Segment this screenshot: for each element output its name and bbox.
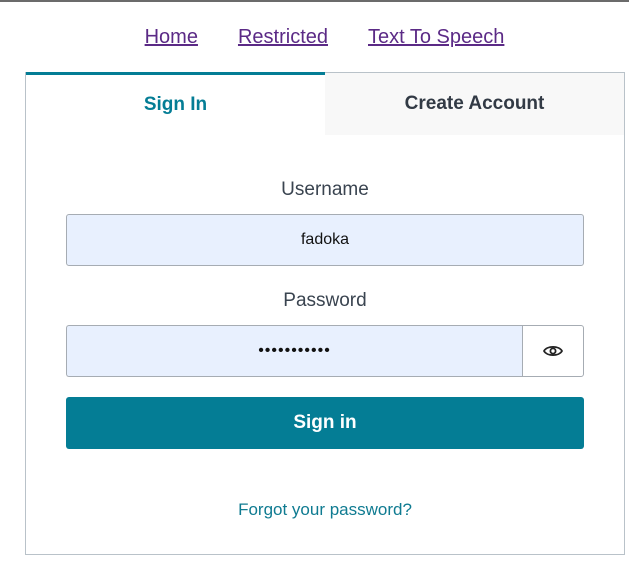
- auth-tabs: Sign In Create Account: [26, 72, 624, 135]
- nav-link-home[interactable]: Home: [145, 26, 198, 49]
- sign-in-button[interactable]: Sign in: [66, 397, 584, 449]
- show-password-button[interactable]: [522, 325, 584, 377]
- tab-sign-in[interactable]: Sign In: [26, 72, 325, 135]
- top-nav: Home Restricted Text To Speech: [0, 26, 629, 49]
- username-input[interactable]: fadoka: [66, 214, 584, 266]
- eye-icon: [543, 345, 563, 357]
- password-label: Password: [283, 290, 367, 311]
- tab-create-account[interactable]: Create Account: [325, 73, 624, 135]
- top-divider: [0, 0, 629, 2]
- username-label: Username: [281, 179, 369, 200]
- nav-link-restricted[interactable]: Restricted: [238, 26, 328, 49]
- nav-link-text-to-speech[interactable]: Text To Speech: [368, 26, 504, 49]
- forgot-password-link[interactable]: Forgot your password?: [66, 500, 584, 520]
- password-row: •••••••••••: [66, 325, 584, 377]
- auth-card: Sign In Create Account Username fadoka P…: [25, 72, 625, 555]
- sign-in-form: Username fadoka Password ••••••••••• Sig…: [26, 179, 624, 520]
- password-input[interactable]: •••••••••••: [66, 325, 522, 377]
